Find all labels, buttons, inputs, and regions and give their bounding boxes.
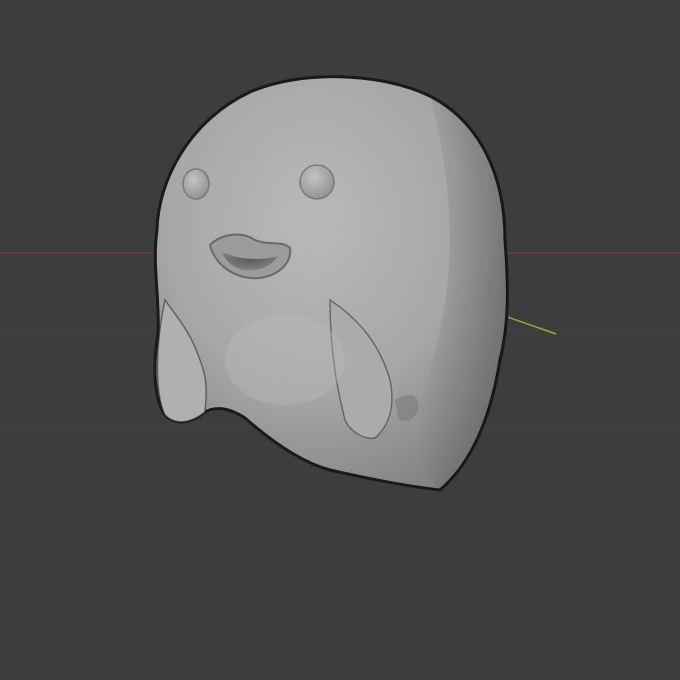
ghost-left-eye-icon bbox=[182, 168, 210, 200]
ghost-belly-highlight bbox=[225, 315, 345, 405]
viewport-canvas[interactable] bbox=[0, 0, 680, 680]
ghost-right-eye-icon bbox=[299, 164, 335, 200]
ghost-mesh[interactable] bbox=[153, 75, 509, 492]
3d-viewport[interactable] bbox=[0, 0, 680, 680]
